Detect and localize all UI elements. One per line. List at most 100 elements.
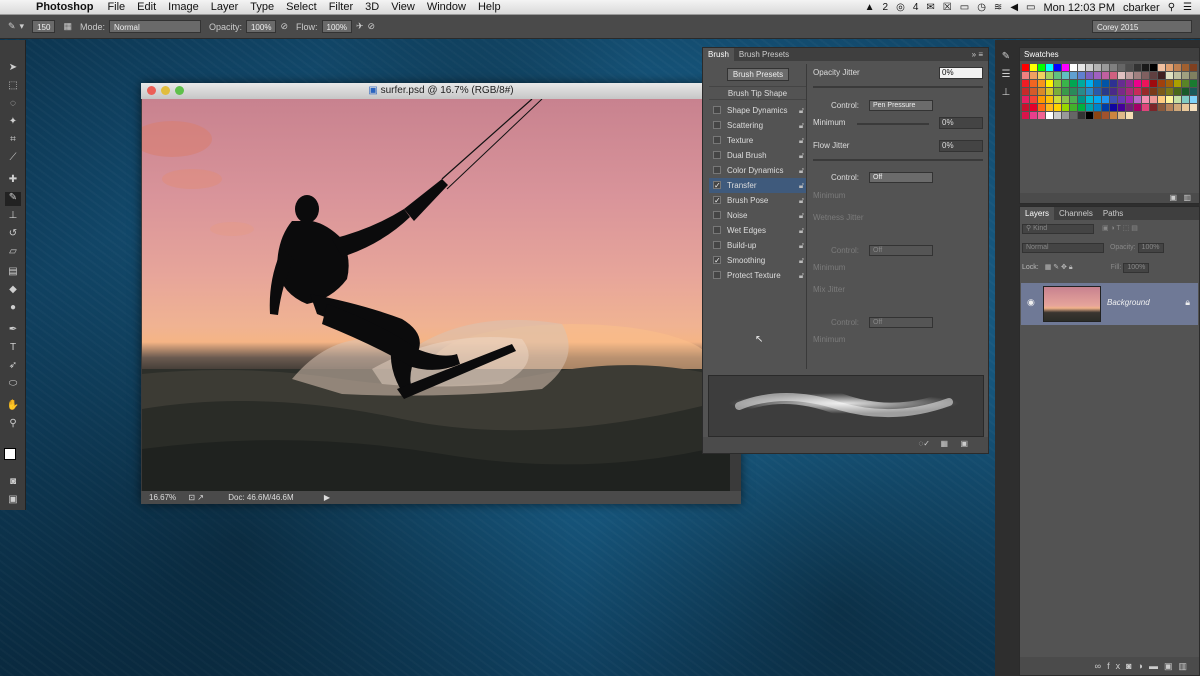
- color-swatch[interactable]: [1062, 80, 1069, 87]
- quick-mask-icon[interactable]: ◙: [5, 476, 21, 490]
- volume-icon[interactable]: ◀: [1010, 2, 1018, 13]
- flow-jitter-field[interactable]: 0%: [939, 140, 983, 152]
- color-swatch[interactable]: [1126, 72, 1133, 79]
- menu-filter[interactable]: Filter: [329, 1, 353, 13]
- color-swatch[interactable]: [1118, 104, 1125, 111]
- color-swatch[interactable]: [1150, 64, 1157, 71]
- opacity-jitter-field[interactable]: 0%: [939, 67, 983, 79]
- tool-preset-picker[interactable]: ✎ ▾: [8, 21, 24, 32]
- color-swatch[interactable]: [1190, 80, 1197, 87]
- trash-icon[interactable]: ▥: [1183, 193, 1191, 202]
- color-swatch[interactable]: [1174, 80, 1181, 87]
- checkbox[interactable]: [713, 271, 721, 279]
- color-swatch[interactable]: [1190, 88, 1197, 95]
- color-swatch[interactable]: [1190, 72, 1197, 79]
- color-swatch[interactable]: [1174, 88, 1181, 95]
- pressure-size-icon[interactable]: ⊘: [368, 21, 376, 32]
- foreground-color-swatch[interactable]: [4, 448, 16, 460]
- fx-icon[interactable]: fx: [1107, 661, 1126, 671]
- eye-icon[interactable]: ◉: [1027, 297, 1035, 308]
- checkbox[interactable]: [713, 226, 721, 234]
- menu-file[interactable]: File: [107, 1, 125, 13]
- color-swatch[interactable]: [1166, 104, 1173, 111]
- color-swatch[interactable]: [1118, 80, 1125, 87]
- crop-tool-icon[interactable]: ⌗: [5, 134, 21, 148]
- checkbox-checked[interactable]: ✓: [713, 256, 721, 265]
- checkbox[interactable]: [713, 166, 721, 174]
- move-tool-icon[interactable]: ➤: [5, 62, 21, 76]
- color-swatch[interactable]: [1134, 88, 1141, 95]
- path-select-tool-icon[interactable]: ➶: [5, 360, 21, 374]
- option-protect-texture[interactable]: Protect Texture 🔓︎: [709, 268, 806, 283]
- brush-panel-toggle[interactable]: ▦: [63, 21, 72, 32]
- option-noise[interactable]: Noise 🔓︎: [709, 208, 806, 223]
- lock-icon[interactable]: 🔓︎: [799, 253, 804, 268]
- airplay-icon[interactable]: ▭: [960, 2, 969, 13]
- panel-collapse-icon[interactable]: » ≡: [967, 50, 988, 59]
- hand-tool-icon[interactable]: ✋: [5, 400, 21, 414]
- color-swatch[interactable]: [1110, 104, 1117, 111]
- layer-row-background[interactable]: ◉ Background 🔒︎: [1021, 283, 1198, 325]
- menu-layer[interactable]: Layer: [211, 1, 239, 13]
- creative-cloud-icon[interactable]: ◎: [896, 2, 905, 13]
- app-menu[interactable]: Photoshop: [36, 1, 93, 13]
- filter-kind-dropdown[interactable]: ⚲ Kind: [1022, 224, 1094, 234]
- color-swatch[interactable]: [1086, 72, 1093, 79]
- layer-opacity-field[interactable]: 100%: [1137, 243, 1164, 253]
- color-swatch[interactable]: [1054, 104, 1061, 111]
- color-swatch[interactable]: [1182, 80, 1189, 87]
- mail-icon[interactable]: ✉: [926, 2, 934, 13]
- color-swatch[interactable]: [1022, 96, 1029, 103]
- lock-icon[interactable]: 🔓︎: [799, 193, 804, 208]
- color-swatch[interactable]: [1102, 112, 1109, 119]
- history-brush-tool-icon[interactable]: ↺: [5, 228, 21, 242]
- color-swatch[interactable]: [1046, 112, 1053, 119]
- color-swatch[interactable]: [1110, 88, 1117, 95]
- color-swatch[interactable]: [1022, 112, 1029, 119]
- color-swatch[interactable]: [1102, 72, 1109, 79]
- color-swatch[interactable]: [1030, 96, 1037, 103]
- color-swatch[interactable]: [1062, 96, 1069, 103]
- mask-icon[interactable]: ◙: [1126, 661, 1137, 671]
- zoom-window-button[interactable]: [175, 86, 184, 95]
- color-swatch[interactable]: [1158, 88, 1165, 95]
- checkbox[interactable]: [713, 136, 721, 144]
- color-swatch[interactable]: [1078, 96, 1085, 103]
- option-build-up[interactable]: Build-up 🔓︎: [709, 238, 806, 253]
- color-swatch[interactable]: [1086, 80, 1093, 87]
- menu-type[interactable]: Type: [250, 1, 274, 13]
- color-swatch[interactable]: [1158, 104, 1165, 111]
- color-swatch[interactable]: [1150, 96, 1157, 103]
- color-swatch[interactable]: [1166, 64, 1173, 71]
- option-color-dynamics[interactable]: Color Dynamics 🔓︎: [709, 163, 806, 178]
- notification-icon[interactable]: ☰: [1183, 2, 1192, 13]
- color-swatch[interactable]: [1094, 72, 1101, 79]
- color-swatch[interactable]: [1142, 104, 1149, 111]
- color-swatch[interactable]: [1086, 96, 1093, 103]
- color-swatch[interactable]: [1142, 80, 1149, 87]
- color-swatch[interactable]: [1150, 88, 1157, 95]
- document-title-bar[interactable]: ▣ surfer.psd @ 16.7% (RGB/8#): [141, 83, 741, 99]
- color-swatch[interactable]: [1158, 96, 1165, 103]
- color-swatch[interactable]: [1086, 104, 1093, 111]
- new-preset-icon[interactable]: ▣: [960, 439, 968, 448]
- fill-field[interactable]: 100%: [1123, 263, 1150, 273]
- marquee-tool-icon[interactable]: ⬚: [5, 80, 21, 94]
- tab-swatches[interactable]: Swatches: [1020, 48, 1199, 61]
- color-swatch[interactable]: [1142, 72, 1149, 79]
- color-swatch[interactable]: [1078, 104, 1085, 111]
- color-swatch[interactable]: [1030, 88, 1037, 95]
- color-swatch[interactable]: [1094, 104, 1101, 111]
- flow-field[interactable]: 100%: [321, 20, 352, 33]
- status-count-a[interactable]: 2: [883, 2, 889, 13]
- color-swatch[interactable]: [1070, 112, 1077, 119]
- color-swatch[interactable]: [1102, 80, 1109, 87]
- color-swatch[interactable]: [1022, 104, 1029, 111]
- blend-mode-dropdown[interactable]: Normal: [1022, 243, 1104, 253]
- eyedropper-tool-icon[interactable]: ⟋: [5, 152, 21, 166]
- option-scattering[interactable]: Scattering 🔓︎: [709, 118, 806, 133]
- brush-preset-picker[interactable]: 150: [32, 20, 56, 33]
- workspace-dropdown[interactable]: Corey 2015: [1092, 20, 1192, 33]
- control-dropdown-3[interactable]: Off: [869, 245, 933, 256]
- time-machine-icon[interactable]: ◷: [977, 2, 986, 13]
